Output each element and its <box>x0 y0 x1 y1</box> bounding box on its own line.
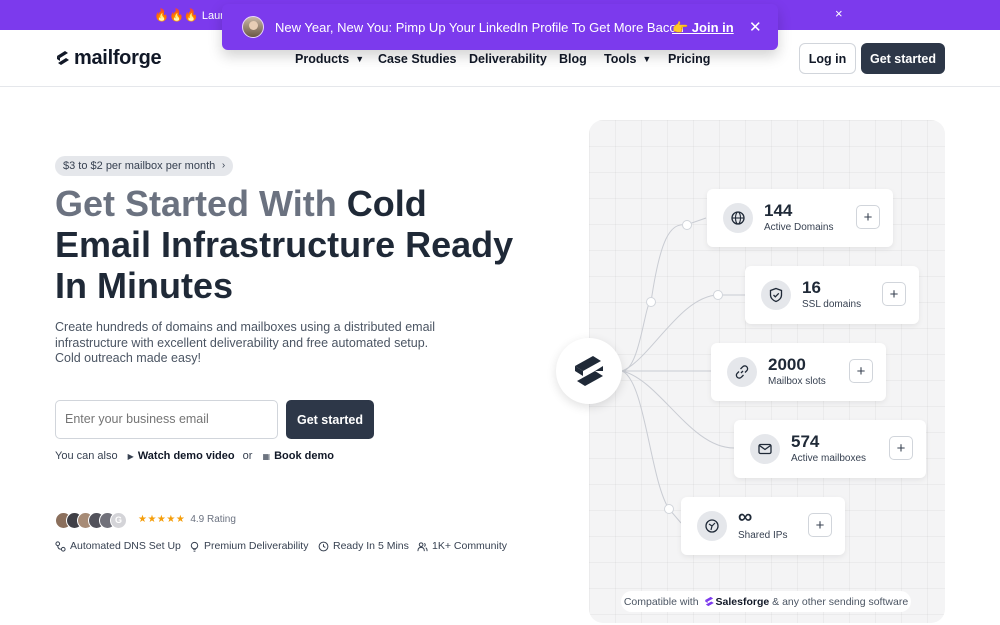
stat-label: Active mailboxes <box>791 453 867 464</box>
compatibility-note: Compatible with Salesforge & any other s… <box>621 591 911 612</box>
stat-label: Mailbox slots <box>768 376 826 387</box>
toast-close-icon[interactable]: ✕ <box>749 18 762 36</box>
connector-dot <box>713 290 723 300</box>
add-ip-button[interactable]: + <box>808 513 832 537</box>
add-mailbox-button[interactable]: + <box>889 436 913 460</box>
stat-label: Active Domains <box>764 222 834 233</box>
compat-suffix: & any other sending software <box>772 595 909 608</box>
mail-icon <box>750 434 780 464</box>
stat-value: 574 <box>791 432 820 451</box>
shield-check-icon <box>761 280 791 310</box>
stat-card-shared-ips: ∞ Shared IPs + <box>681 497 845 555</box>
promo-toast: New Year, New You: Pimp Up Your LinkedIn… <box>222 4 778 50</box>
add-mailbox-slot-button[interactable]: + <box>849 359 873 383</box>
add-ssl-button[interactable]: + <box>882 282 906 306</box>
stat-value: 16 <box>802 278 821 297</box>
salesforge-hub <box>556 338 622 404</box>
add-domain-button[interactable]: + <box>856 205 880 229</box>
link-icon <box>727 357 757 387</box>
avatar <box>242 16 264 38</box>
stat-card-mailbox-slots: 2000 Mailbox slots + <box>711 343 886 401</box>
join-in-link[interactable]: 👉 Join in <box>672 20 734 36</box>
stat-value: 2000 <box>768 355 806 374</box>
compat-brand[interactable]: Salesforge <box>716 596 770 608</box>
salesforge-logo-icon <box>575 356 603 386</box>
connector-dot <box>682 220 692 230</box>
stat-label: SSL domains <box>802 299 862 310</box>
stat-value: 144 <box>764 201 793 220</box>
network-icon <box>697 511 727 541</box>
stat-label: Shared IPs <box>738 530 788 541</box>
stat-card-active-mailboxes: 574 Active mailboxes + <box>734 420 926 478</box>
stat-card-domains: 144 Active Domains + <box>707 189 893 247</box>
stat-value: ∞ <box>738 506 753 528</box>
stat-card-ssl: 16 SSL domains + <box>745 266 919 324</box>
globe-icon <box>723 203 753 233</box>
toast-message: New Year, New You: Pimp Up Your LinkedIn… <box>275 20 684 35</box>
salesforge-small-icon <box>704 596 714 607</box>
connector-dot <box>646 297 656 307</box>
connector-dot <box>664 504 674 514</box>
compat-prefix: Compatible with <box>623 595 699 608</box>
